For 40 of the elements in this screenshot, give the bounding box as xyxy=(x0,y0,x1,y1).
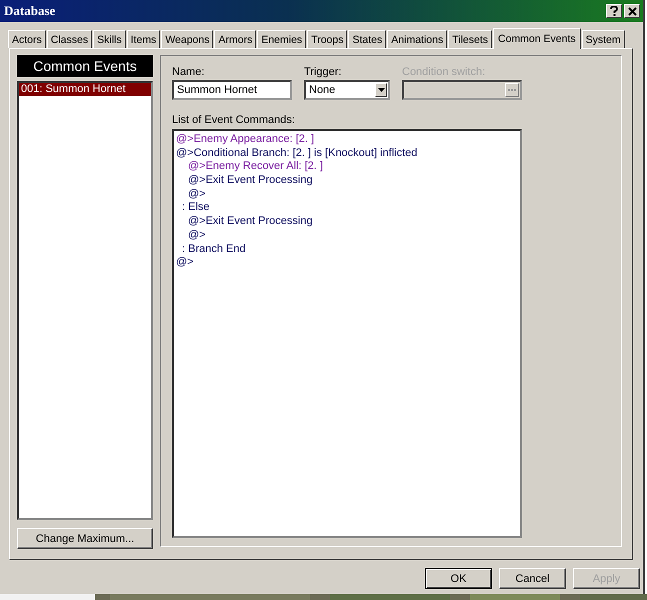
command-line[interactable]: @>Conditional Branch: [2. ] is [Knockout] inflicted xyxy=(174,146,520,160)
tab[interactable]: Animations xyxy=(387,30,448,48)
trigger-label: Trigger: xyxy=(304,66,342,78)
change-maximum-button[interactable]: Change Maximum... xyxy=(17,528,153,549)
close-button[interactable] xyxy=(624,4,640,18)
command-line[interactable]: @>Enemy Appearance: [2. ] xyxy=(174,133,520,147)
more-icon xyxy=(505,83,519,97)
command-line[interactable]: @> xyxy=(174,188,520,202)
commands-label: List of Event Commands: xyxy=(172,114,296,126)
command-line[interactable]: : Else xyxy=(174,201,520,216)
tab[interactable]: Armors xyxy=(214,30,256,48)
command-line[interactable]: @>Enemy Recover All: [2. ] xyxy=(174,160,520,174)
tab[interactable]: Actors xyxy=(8,30,46,48)
help-button[interactable] xyxy=(606,4,622,18)
command-line[interactable]: @> xyxy=(174,256,520,270)
window-title: Database xyxy=(4,3,56,19)
close-icon xyxy=(628,6,636,16)
command-line[interactable]: : Branch End xyxy=(174,242,520,256)
command-line[interactable]: @>Exit Event Processing xyxy=(174,215,520,229)
condition-switch-field[interactable] xyxy=(402,80,522,100)
tab[interactable]: Troops xyxy=(307,30,348,48)
tab[interactable]: Enemies xyxy=(257,30,306,48)
tab[interactable]: Classes xyxy=(46,30,92,48)
dialog-button[interactable]: Cancel xyxy=(499,568,566,589)
tab[interactable]: Common Events xyxy=(493,28,581,49)
tab[interactable]: States xyxy=(348,30,386,48)
tab[interactable]: System xyxy=(582,30,625,48)
command-line[interactable]: @>Exit Event Processing xyxy=(174,174,520,188)
list-item[interactable]: 001: Summon Hornet xyxy=(19,83,151,96)
tab[interactable]: Tilesets xyxy=(448,30,492,48)
name-field[interactable]: Summon Hornet xyxy=(172,80,292,100)
tab[interactable]: Skills xyxy=(93,30,126,48)
trigger-dropdown[interactable]: None xyxy=(304,80,390,100)
tab[interactable]: Items xyxy=(126,30,160,48)
tab[interactable]: Weapons xyxy=(161,30,214,48)
help-icon xyxy=(610,6,618,16)
list-header: Common Events xyxy=(17,55,153,77)
dialog-button[interactable]: OK xyxy=(425,568,492,589)
name-label: Name: xyxy=(172,66,206,78)
command-line[interactable]: @> xyxy=(174,228,520,242)
